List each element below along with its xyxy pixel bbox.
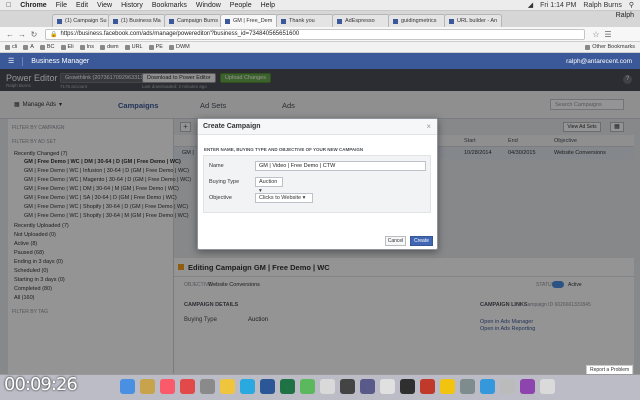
facebook-favicon-icon: [169, 18, 174, 24]
create-campaign-dialog: Create Campaign × ENTER NAME, BUYING TYP…: [197, 118, 438, 250]
browser-tab[interactable]: (1) Campaign Su: [52, 14, 110, 27]
bookmarks-bar: cli A BC Eli Ins dwm URL PE DWM Other Bo…: [0, 42, 640, 53]
bookmark-item[interactable]: PE: [148, 44, 163, 50]
photos-icon[interactable]: [220, 379, 235, 394]
browser-profile[interactable]: Ralph: [616, 12, 634, 19]
trash-icon[interactable]: [540, 379, 555, 394]
mac-menubar:  Chrome File Edit View History Bookmark…: [0, 0, 640, 11]
menu-edit[interactable]: Edit: [76, 2, 88, 9]
bookmark-item[interactable]: cli: [5, 44, 17, 50]
search-icon[interactable]: ⚲: [629, 1, 634, 9]
cancel-button[interactable]: Cancel: [385, 236, 406, 246]
other-bookmarks[interactable]: Other Bookmarks: [585, 44, 635, 50]
menu-people[interactable]: People: [230, 2, 252, 9]
calendar-icon[interactable]: [380, 379, 395, 394]
app-icon[interactable]: [340, 379, 355, 394]
close-icon[interactable]: ×: [426, 122, 431, 131]
bookmark-item[interactable]: Ins: [79, 44, 94, 50]
finder-icon[interactable]: [120, 379, 135, 394]
bookmark-item[interactable]: DWM: [168, 44, 190, 50]
address-bar-row: ← → ↻ 🔒 https://business.facebook.com/ad…: [0, 27, 640, 42]
star-icon[interactable]: ☆: [591, 30, 601, 39]
page-favicon-icon: [337, 18, 342, 24]
apple-icon[interactable]: : [6, 2, 11, 9]
create-button[interactable]: Create: [410, 236, 433, 246]
app-icon[interactable]: [180, 379, 195, 394]
campaign-name-input[interactable]: GM | Video | Free Demo | CTW: [255, 161, 426, 171]
menu-window[interactable]: Window: [196, 2, 221, 9]
dialog-instruction: ENTER NAME, BUYING TYPE AND OBJECTIVE OF…: [204, 147, 364, 152]
chrome-icon[interactable]: [440, 379, 455, 394]
app-icon[interactable]: [400, 379, 415, 394]
browser-tabbar: (1) Campaign Su (1) Business Ma Campaign…: [0, 11, 640, 27]
menu-history[interactable]: History: [121, 2, 143, 9]
menu-file[interactable]: File: [56, 2, 67, 9]
menu-help[interactable]: Help: [261, 2, 275, 9]
dialog-form: Name GM | Video | Free Demo | CTW Buying…: [203, 155, 431, 213]
skype-icon[interactable]: [240, 379, 255, 394]
buying-type-label: Buying Type: [209, 179, 240, 185]
browser-tab[interactable]: guidingmetrics: [388, 14, 446, 27]
app-icon[interactable]: [480, 379, 495, 394]
facebook-favicon-icon: [225, 18, 230, 24]
browser-tab[interactable]: (1) Business Ma: [108, 14, 166, 27]
menubar-user[interactable]: Ralph Burns: [583, 2, 622, 9]
evernote-icon[interactable]: [300, 379, 315, 394]
word-icon[interactable]: [260, 379, 275, 394]
mac-dock: [0, 374, 640, 400]
buying-type-select[interactable]: Auction ▾: [255, 177, 283, 194]
objective-select[interactable]: Clicks to Website ▾: [255, 193, 313, 203]
menu-bookmarks[interactable]: Bookmarks: [152, 2, 187, 9]
bookmark-item[interactable]: Eli: [60, 44, 74, 50]
browser-tab-active[interactable]: GM | Free_Dem: [220, 14, 278, 27]
wifi-icon[interactable]: ◢: [528, 1, 533, 9]
browser-tab[interactable]: URL builder - An: [444, 14, 502, 27]
menu-app-name[interactable]: Chrome: [20, 2, 46, 9]
dialog-header: Create Campaign ×: [198, 119, 437, 135]
hamburger-icon[interactable]: ☰: [8, 57, 14, 65]
page-favicon-icon: [281, 18, 286, 24]
menu-view[interactable]: View: [97, 2, 112, 9]
bookmark-item[interactable]: A: [23, 44, 34, 50]
objective-label: Objective: [209, 195, 232, 201]
back-icon[interactable]: ←: [5, 30, 15, 39]
forward-icon[interactable]: →: [17, 30, 27, 39]
browser-tab[interactable]: Thank you: [276, 14, 334, 27]
account-email[interactable]: ralph@antarecent.com: [566, 58, 632, 65]
business-manager-bar: ☰ Business Manager ralph@antarecent.com: [0, 53, 640, 69]
business-manager-title[interactable]: Business Manager: [31, 58, 89, 65]
bookmark-item[interactable]: URL: [124, 44, 143, 50]
browser-tab[interactable]: AdEspresso: [332, 14, 390, 27]
app-icon[interactable]: [460, 379, 475, 394]
dialog-title: Create Campaign: [203, 123, 261, 130]
recording-timer: 00:09:26: [4, 374, 78, 395]
menu-icon[interactable]: ☰: [603, 30, 613, 39]
app-icon[interactable]: [140, 379, 155, 394]
app-icon[interactable]: [420, 379, 435, 394]
bookmark-item[interactable]: dwm: [99, 44, 119, 50]
app-icon[interactable]: [500, 379, 515, 394]
music-icon[interactable]: [160, 379, 175, 394]
page-favicon-icon: [449, 18, 454, 24]
facebook-favicon-icon: [113, 18, 118, 24]
app-icon[interactable]: [320, 379, 335, 394]
page-favicon-icon: [393, 18, 398, 24]
settings-icon[interactable]: [200, 379, 215, 394]
menubar-clock[interactable]: Fri 1:14 PM: [540, 2, 576, 9]
browser-tab[interactable]: Campaign Burns: [164, 14, 222, 27]
name-label: Name: [209, 163, 224, 169]
url-input[interactable]: 🔒 https://business.facebook.com/ads/mana…: [45, 28, 585, 40]
lock-icon: 🔒: [50, 31, 58, 38]
reload-icon[interactable]: ↻: [29, 30, 39, 39]
bookmark-item[interactable]: BC: [39, 44, 55, 50]
facebook-favicon-icon: [57, 18, 62, 24]
excel-icon[interactable]: [280, 379, 295, 394]
app-icon[interactable]: [360, 379, 375, 394]
app-icon[interactable]: [520, 379, 535, 394]
